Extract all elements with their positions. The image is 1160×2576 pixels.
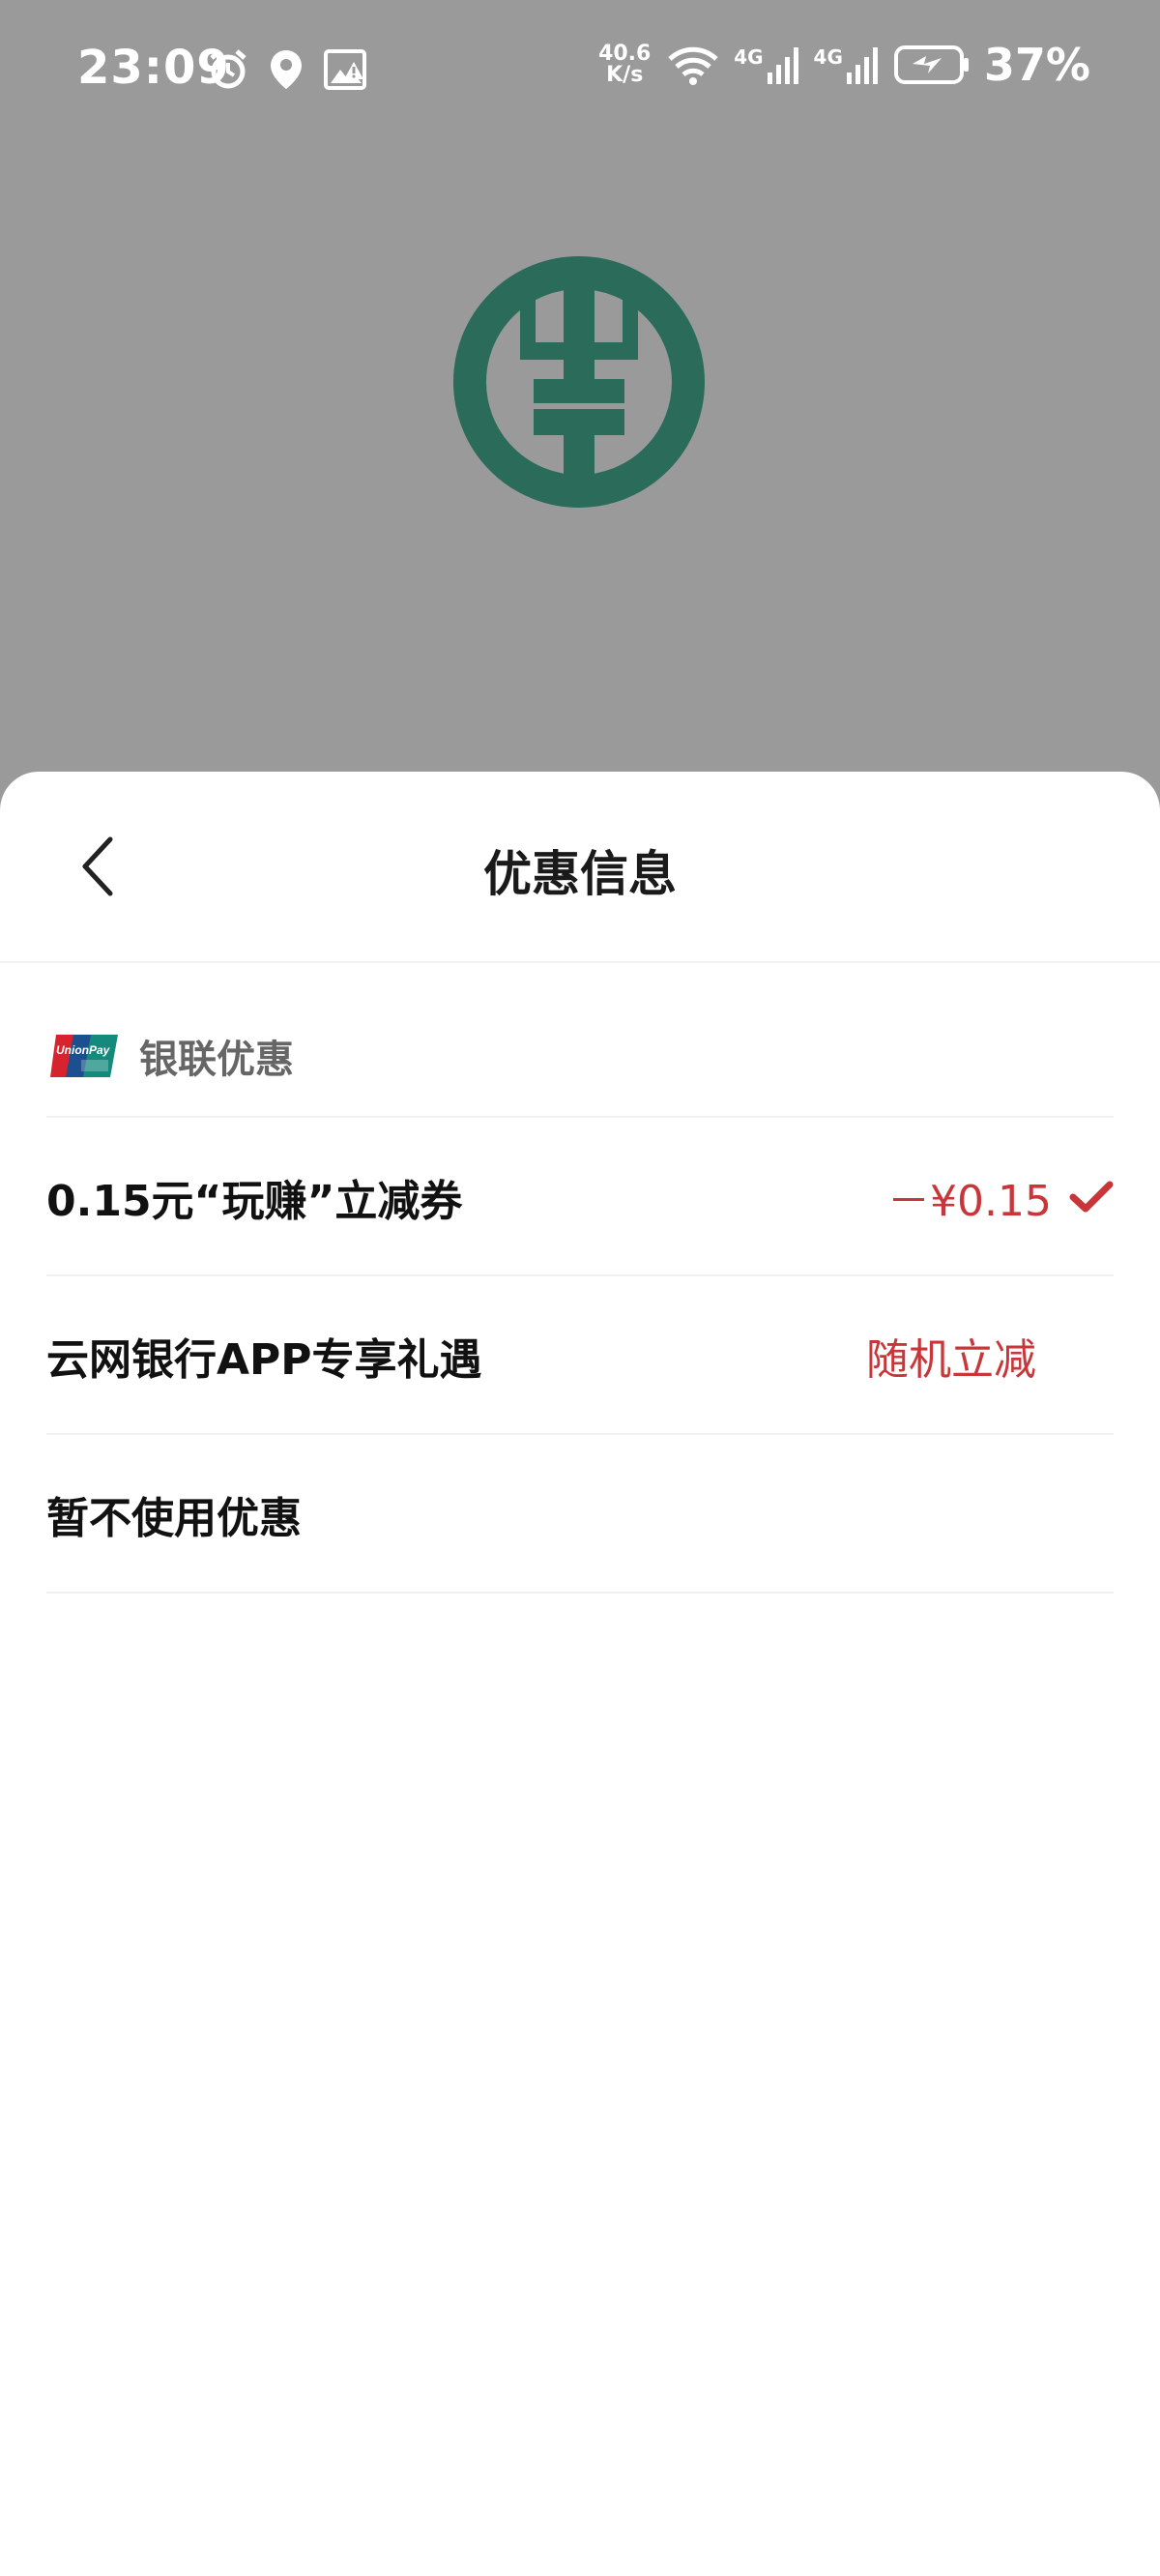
signal-1-label: 4G: [734, 45, 764, 69]
check-icon: [1069, 1181, 1114, 1213]
status-bar: 23:09 40.6 K/s 4G 4G 37%: [0, 0, 1160, 140]
discount-option-value-group: －¥0.15: [887, 1166, 1114, 1228]
sheet-title: 优惠信息: [483, 846, 677, 902]
status-right: 40.6 K/s 4G 4G 37%: [596, 39, 1090, 91]
alarm-icon: [210, 49, 246, 89]
network-speed: 40.6 K/s: [596, 44, 652, 86]
signal-2-label: 4G: [813, 45, 843, 69]
network-speed-unit: K/s: [606, 63, 644, 87]
signal-icon: [767, 47, 798, 84]
bank-logo: [453, 256, 705, 508]
battery-icon: [893, 45, 969, 84]
network-speed-value: 40.6: [598, 42, 652, 66]
divider: [46, 1592, 1114, 1594]
discount-sheet: 优惠信息 UnionPay 银联优惠 0.15元“玩赚”立减券 －¥0.15 云…: [0, 772, 1160, 2576]
discount-amount: 随机立减: [866, 1335, 1036, 1385]
unionpay-section-header: UnionPay 银联优惠: [48, 1028, 294, 1084]
signal-2: 4G: [814, 45, 880, 84]
discount-option-label: 暂不使用优惠: [46, 1494, 302, 1543]
location-icon: [271, 50, 302, 89]
wifi-icon: [668, 46, 718, 85]
discount-amount: －¥0.15: [887, 1177, 1052, 1226]
sheet-header: 优惠信息: [0, 772, 1160, 963]
section-title: 银联优惠: [139, 1038, 294, 1082]
unionpay-logo: UnionPay: [50, 1035, 118, 1077]
svg-text:UnionPay: UnionPay: [56, 1043, 111, 1057]
battery-percentage: 37%: [983, 39, 1090, 91]
discount-option-app-gift[interactable]: 云网银行APP专享礼遇 随机立减: [46, 1274, 1114, 1435]
image-alert-icon: [324, 49, 366, 90]
signal-icon: [846, 47, 878, 84]
status-left-icons: [207, 48, 369, 91]
discount-option-coupon[interactable]: 0.15元“玩赚”立减券 －¥0.15: [46, 1116, 1114, 1276]
discount-option-label: 0.15元“玩赚”立减券: [46, 1177, 463, 1226]
discount-option-value-group: 随机立减: [866, 1325, 1036, 1387]
signal-1: 4G: [734, 45, 799, 84]
discount-option-label: 云网银行APP专享礼遇: [46, 1335, 482, 1385]
discount-option-none[interactable]: 暂不使用优惠: [46, 1433, 1114, 1594]
